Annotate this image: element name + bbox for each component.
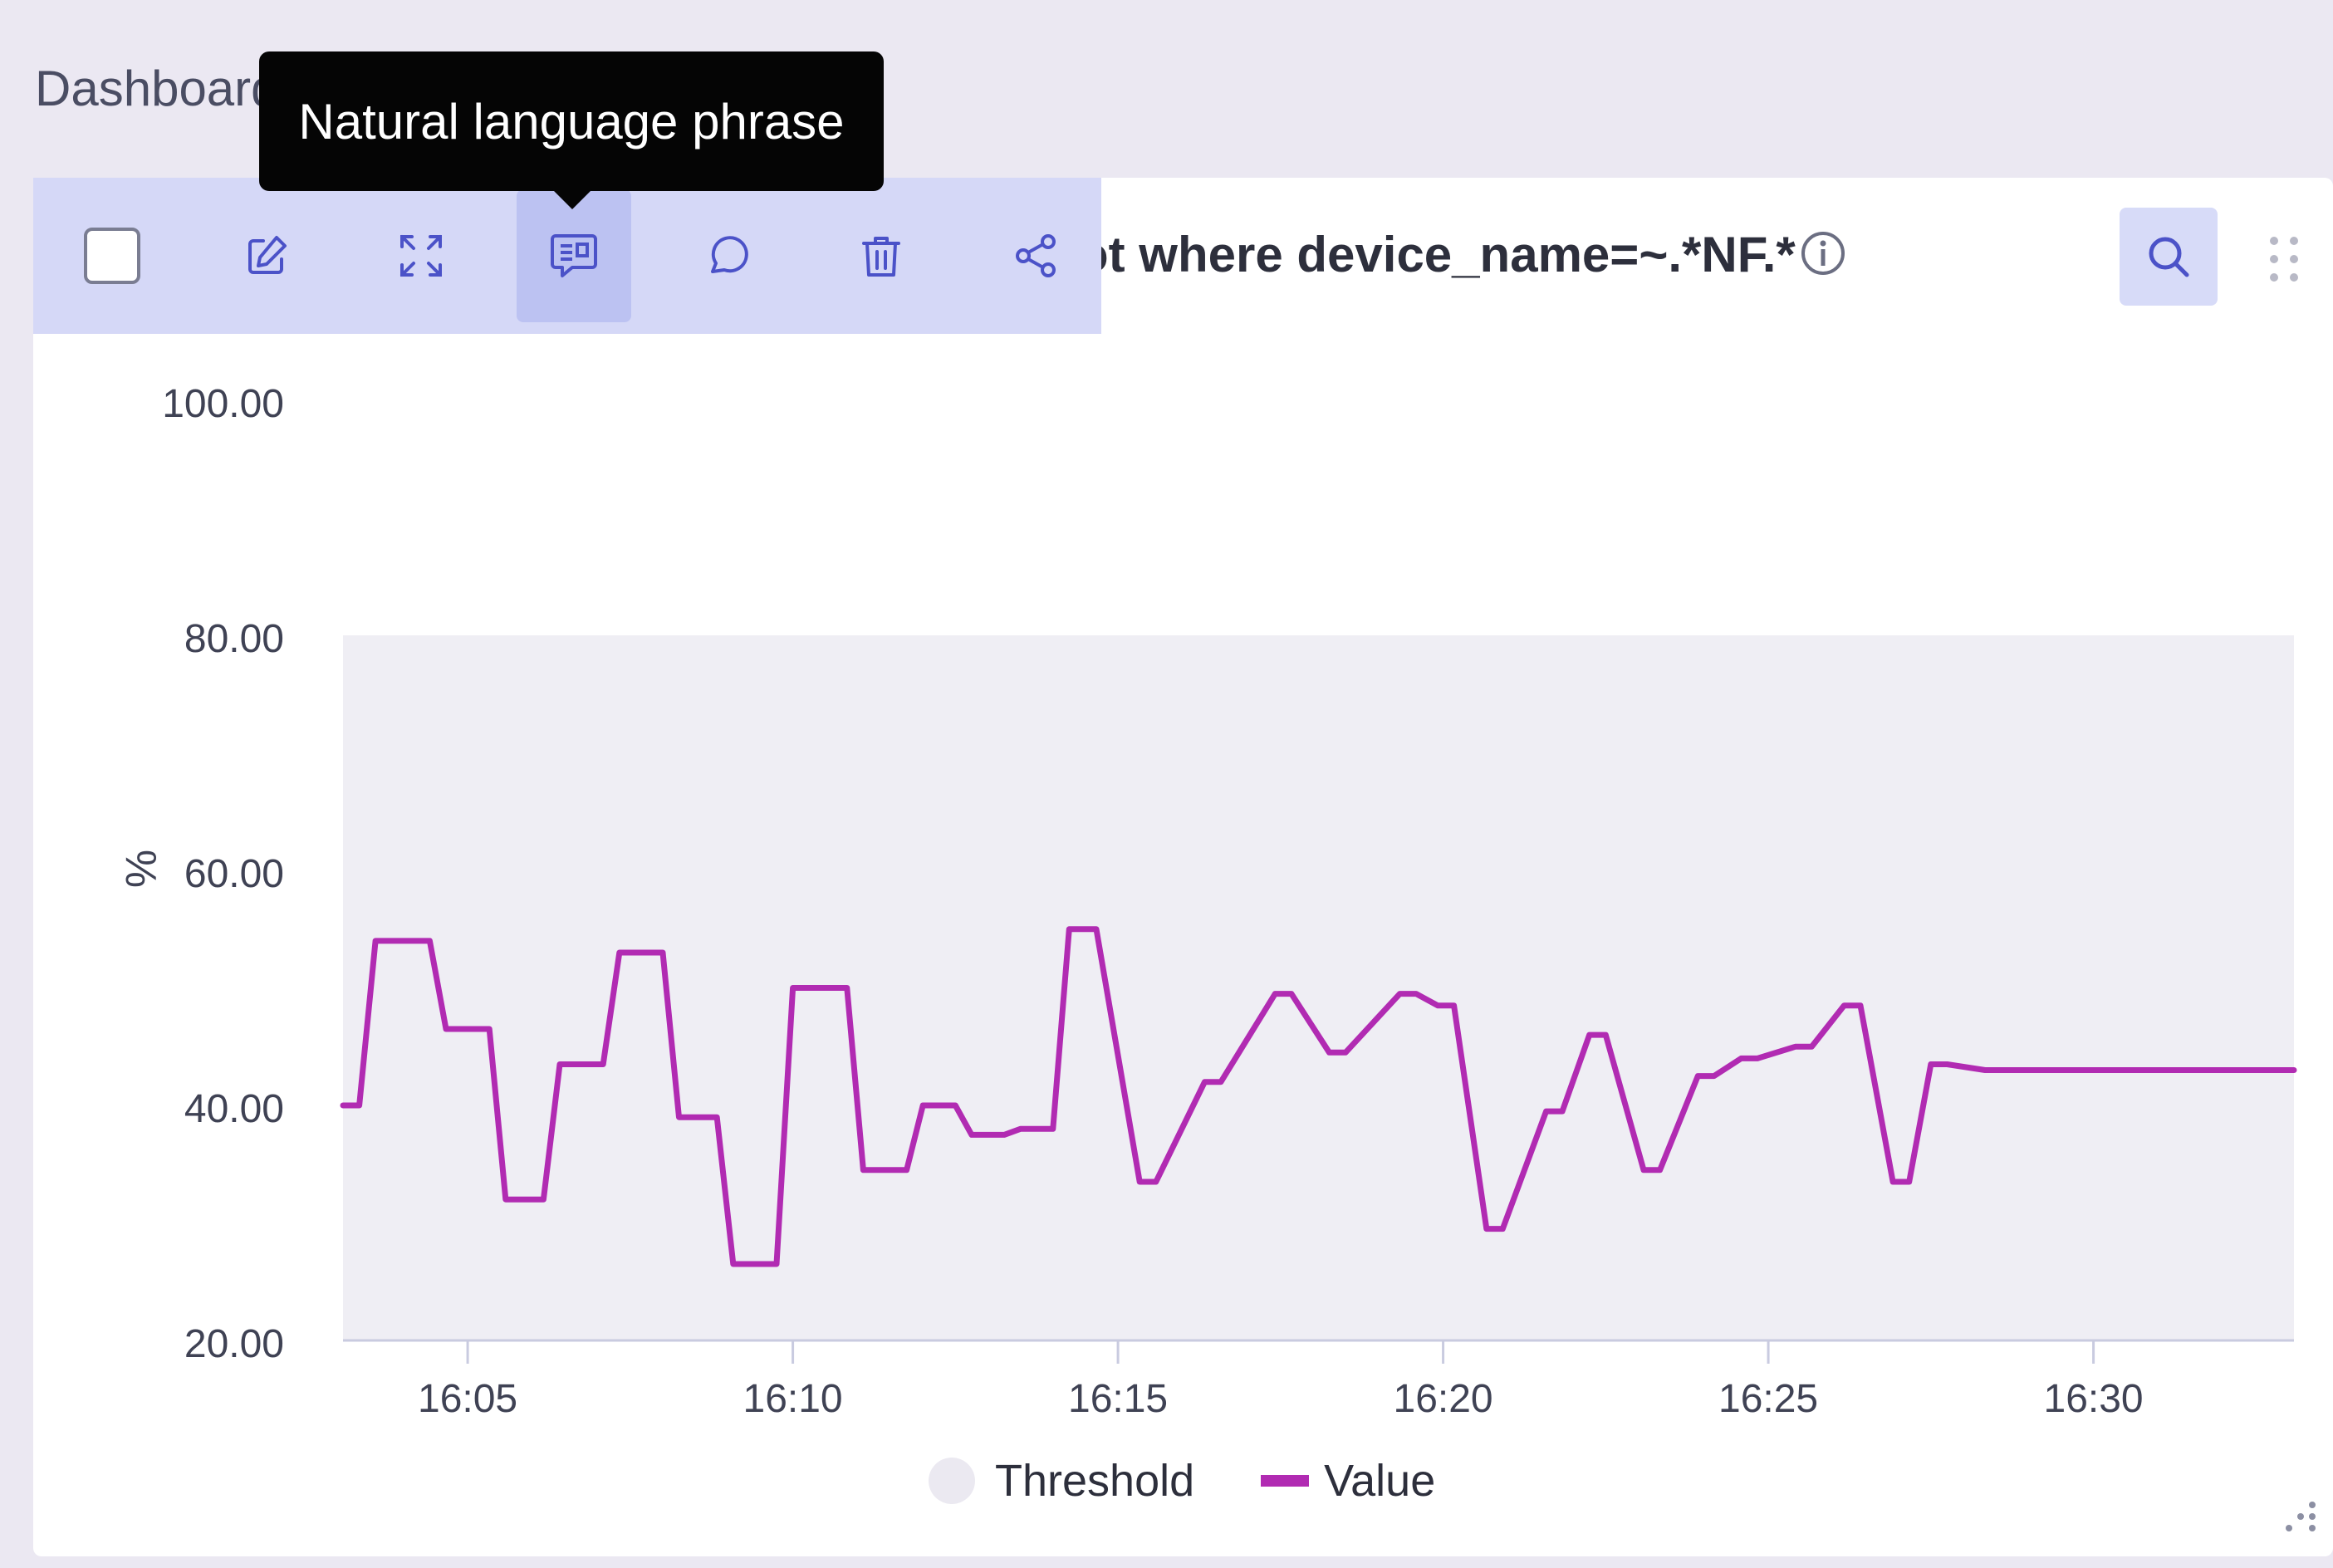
x-tick-label: 16:15 bbox=[1068, 1377, 1168, 1421]
checkbox-icon bbox=[84, 228, 140, 284]
x-tick-label: 16:05 bbox=[418, 1377, 517, 1421]
share-button[interactable] bbox=[978, 189, 1093, 322]
share-icon bbox=[1016, 234, 1056, 277]
expand-icon bbox=[400, 235, 442, 277]
select-checkbox[interactable] bbox=[55, 189, 169, 322]
y-tick-label: 40.00 bbox=[184, 1087, 284, 1131]
comment-icon bbox=[711, 236, 748, 273]
trash-icon bbox=[862, 237, 900, 277]
x-tick-label: 16:20 bbox=[1394, 1377, 1493, 1421]
legend-value-swatch bbox=[1261, 1475, 1310, 1487]
edit-button[interactable] bbox=[209, 189, 324, 322]
legend-threshold-label: Threshold bbox=[995, 1456, 1195, 1506]
tooltip-arrow bbox=[552, 189, 592, 209]
tooltip: Natural language phrase bbox=[259, 51, 884, 191]
natural-language-icon bbox=[551, 234, 597, 277]
y-tick-label: 100.00 bbox=[162, 382, 284, 426]
y-axis-label: % bbox=[116, 850, 164, 888]
edit-icon bbox=[248, 236, 287, 274]
x-tick-label: 16:30 bbox=[2044, 1377, 2144, 1421]
natural-language-button[interactable] bbox=[517, 189, 631, 322]
x-tick-label: 16:25 bbox=[1718, 1377, 1818, 1421]
legend-item-threshold[interactable]: Threshold bbox=[929, 1455, 1194, 1507]
legend-threshold-swatch bbox=[929, 1458, 975, 1504]
y-tick-label: 60.00 bbox=[184, 852, 284, 896]
delete-button[interactable] bbox=[824, 189, 939, 322]
y-tick-label: 80.00 bbox=[184, 617, 284, 661]
chart-legend: Threshold Value bbox=[929, 1455, 1502, 1507]
x-tick-label: 16:10 bbox=[743, 1377, 843, 1421]
expand-button[interactable] bbox=[364, 189, 478, 322]
legend-value-label: Value bbox=[1324, 1456, 1436, 1506]
threshold-band bbox=[343, 635, 2294, 1340]
y-tick-label: 20.00 bbox=[184, 1322, 284, 1366]
comment-button[interactable] bbox=[669, 189, 784, 322]
legend-item-value[interactable]: Value bbox=[1261, 1455, 1435, 1507]
